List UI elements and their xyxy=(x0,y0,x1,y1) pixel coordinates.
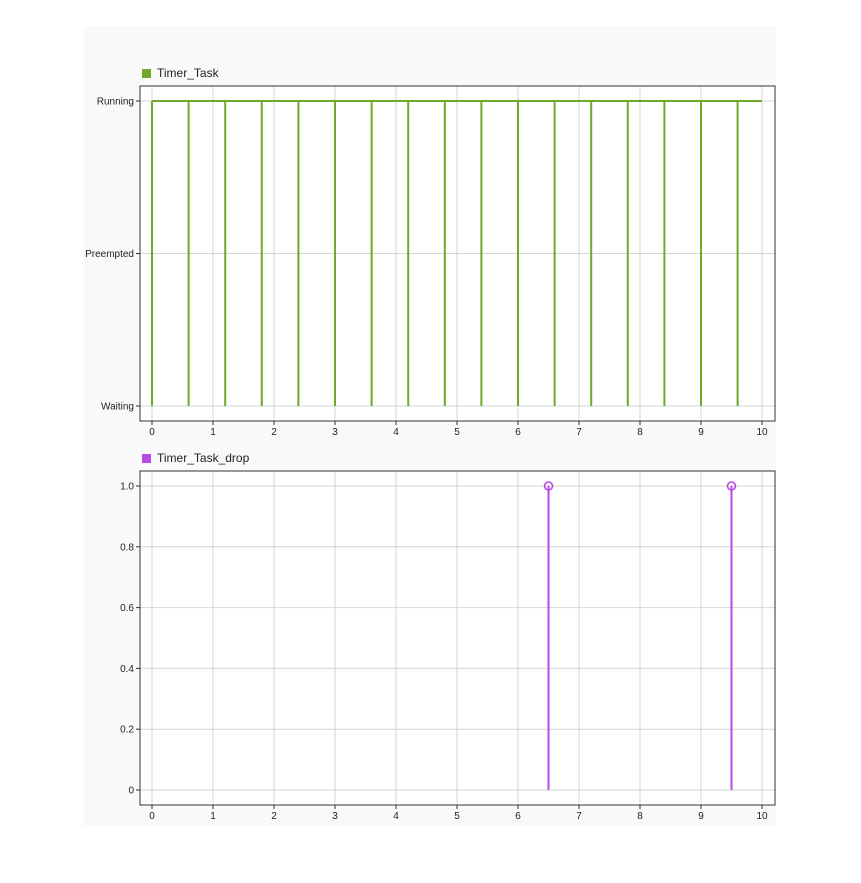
timer-task-drop-x-tick-label: 7 xyxy=(576,811,582,822)
timer-task-drop-y-tick-label: 0.6 xyxy=(120,603,134,614)
timer-task-drop-x-tick-label: 8 xyxy=(637,811,643,822)
timer-task-drop-y-tick-label: 0.4 xyxy=(120,664,134,675)
timer-task-drop-plot[interactable]: 0 1 2 3 4 5 6 7 8 9 10 0 0.2 0.4 0.6 0.8 1.0 xyxy=(120,470,776,822)
timer-task-drop-x-tick-label: 4 xyxy=(393,811,399,822)
timer-task-x-tick-label: 9 xyxy=(698,427,704,438)
timer-task-drop-x-tick-label: 10 xyxy=(756,811,768,822)
timer-task-drop-y-tick-label: 1.0 xyxy=(120,482,134,493)
timer-task-drop-x-tick-label: 3 xyxy=(332,811,338,822)
timer-task-drop-y-tick-label: 0.8 xyxy=(120,542,134,553)
timer-task-drop-x-tick-label: 1 xyxy=(210,811,216,822)
timer-task-x-tick-label: 5 xyxy=(454,427,460,438)
timer-task-drop-x-tick-label: 6 xyxy=(515,811,521,822)
timer-task-plot[interactable]: 0 1 2 3 4 5 6 7 8 9 10 Waiting Preempted Running xyxy=(85,85,776,438)
timer-task-drop-x-tick-label: 2 xyxy=(271,811,277,822)
timer-task-x-tick-label: 1 xyxy=(210,427,216,438)
timer-task-drop-x-tick-label: 5 xyxy=(454,811,460,822)
timer-task-drop-x-tick-label: 9 xyxy=(698,811,704,822)
timer-task-y-tick-label: Waiting xyxy=(101,402,134,413)
timer-task-x-tick-label: 0 xyxy=(149,427,155,438)
timer-task-x-tick-label: 6 xyxy=(515,427,521,438)
timer-task-x-tick-label: 10 xyxy=(756,427,768,438)
timer-task-x-tick-label: 2 xyxy=(271,427,277,438)
timer-task-y-tick-label: Preempted xyxy=(85,249,134,260)
timer-task-x-tick-label: 4 xyxy=(393,427,399,438)
timer-task-drop-y-tick-label: 0 xyxy=(128,786,134,797)
timer-task-drop-x-tick-label: 0 xyxy=(149,811,155,822)
charts-canvas: 0 1 2 3 4 5 6 7 8 9 10 Waiting Preempted Running 0 1 2 3… xyxy=(85,85,776,822)
timer-task-x-tick-label: 8 xyxy=(637,427,643,438)
timer-task-x-tick-label: 3 xyxy=(332,427,338,438)
timer-task-y-tick-label: Running xyxy=(97,97,134,108)
timer-task-drop-y-tick-label: 0.2 xyxy=(120,725,134,736)
timer-task-x-tick-label: 7 xyxy=(576,427,582,438)
